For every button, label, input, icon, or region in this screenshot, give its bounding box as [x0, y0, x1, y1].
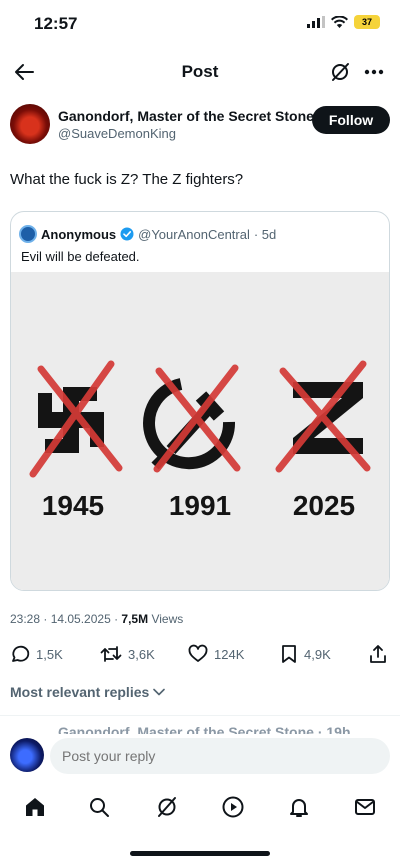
- quoted-avatar[interactable]: [19, 225, 37, 243]
- wifi-icon: [331, 16, 348, 28]
- quoted-post-header: Anonymous @YourAnonCentral · 5d: [19, 225, 276, 243]
- quoted-author-handle[interactable]: @YourAnonCentral: [138, 227, 250, 242]
- replies-sort-label: Most relevant replies: [10, 684, 150, 700]
- grok-icon: [332, 63, 349, 81]
- like-count: 124K: [214, 646, 245, 662]
- quoted-post[interactable]: Anonymous @YourAnonCentral · 5d Evil wil…: [10, 211, 390, 591]
- more-icon: [364, 69, 384, 75]
- reply-count: 1,5K: [36, 646, 63, 662]
- post-text: What the fuck is Z? The Z fighters?: [10, 171, 244, 188]
- divider: [0, 715, 400, 716]
- nav-bar: Post: [0, 52, 400, 92]
- share-icon: [370, 645, 386, 663]
- heart-icon: [188, 644, 208, 662]
- author-name[interactable]: Ganondorf, Master of the Secret Stone: [58, 108, 314, 124]
- bell-icon: [290, 799, 308, 817]
- post-timestamp: 23:28 · 14.05.2025 ·: [10, 612, 122, 626]
- search-icon: [90, 798, 109, 817]
- status-bar: 12:57 37: [0, 0, 400, 48]
- envelope-icon: [355, 799, 375, 815]
- quoted-post-age: · 5d: [253, 226, 277, 242]
- verified-icon: [120, 227, 134, 241]
- tab-home[interactable]: [20, 792, 50, 822]
- chevron-down-icon: [153, 688, 166, 696]
- reply-button[interactable]: 1,5K: [10, 644, 63, 664]
- share-button[interactable]: [368, 644, 388, 664]
- quoted-author-name[interactable]: Anonymous: [41, 227, 116, 242]
- year-label-1945: 1945: [42, 490, 104, 521]
- bookmark-icon: [282, 645, 296, 663]
- status-time: 12:57: [34, 14, 78, 33]
- post-author: Ganondorf, Master of the Secret Stone @S…: [10, 104, 390, 150]
- signal-icon: [307, 16, 325, 28]
- repost-icon: [100, 646, 122, 662]
- repost-button[interactable]: 3,6K: [100, 644, 155, 664]
- author-avatar[interactable]: [10, 104, 50, 144]
- follow-button[interactable]: Follow: [312, 106, 390, 134]
- home-indicator: [130, 851, 270, 856]
- replies-sort-dropdown[interactable]: Most relevant replies: [10, 684, 166, 700]
- author-handle[interactable]: @SuaveDemonKing: [58, 126, 176, 141]
- play-circle-icon: [222, 796, 244, 818]
- home-icon: [26, 798, 44, 816]
- battery-indicator: 37: [354, 15, 380, 29]
- tab-search[interactable]: [84, 792, 114, 822]
- status-icons: 37: [307, 15, 380, 29]
- views-count: 7,5M: [121, 612, 149, 626]
- grok-button[interactable]: [326, 58, 354, 86]
- bookmark-button[interactable]: 4,9K: [280, 644, 331, 664]
- bookmark-count: 4,9K: [304, 646, 331, 662]
- reply-composer: [0, 734, 400, 780]
- repost-count: 3,6K: [128, 646, 155, 662]
- tab-messages[interactable]: [350, 792, 380, 822]
- views-label: Views: [148, 612, 184, 626]
- year-label-2025: 2025: [293, 490, 355, 521]
- quoted-post-text: Evil will be defeated.: [21, 249, 140, 264]
- like-button[interactable]: 124K: [188, 644, 244, 664]
- post-meta: 23:28 · 14.05.2025 · 7,5M Views: [10, 612, 183, 626]
- grok-icon: [158, 797, 176, 817]
- tab-video[interactable]: [218, 792, 248, 822]
- user-avatar[interactable]: [10, 738, 44, 772]
- reply-input[interactable]: [50, 738, 390, 774]
- year-label-1991: 1991: [169, 490, 231, 521]
- post-actions: 1,5K 3,6K 124K 4,9K: [10, 644, 390, 668]
- tab-notifications[interactable]: [284, 792, 314, 822]
- comment-icon: [12, 645, 30, 662]
- quoted-post-image[interactable]: 1945 1991 2025: [11, 272, 389, 590]
- more-button[interactable]: [360, 58, 388, 86]
- bottom-tab-bar: [0, 782, 400, 832]
- tab-grok[interactable]: [152, 792, 182, 822]
